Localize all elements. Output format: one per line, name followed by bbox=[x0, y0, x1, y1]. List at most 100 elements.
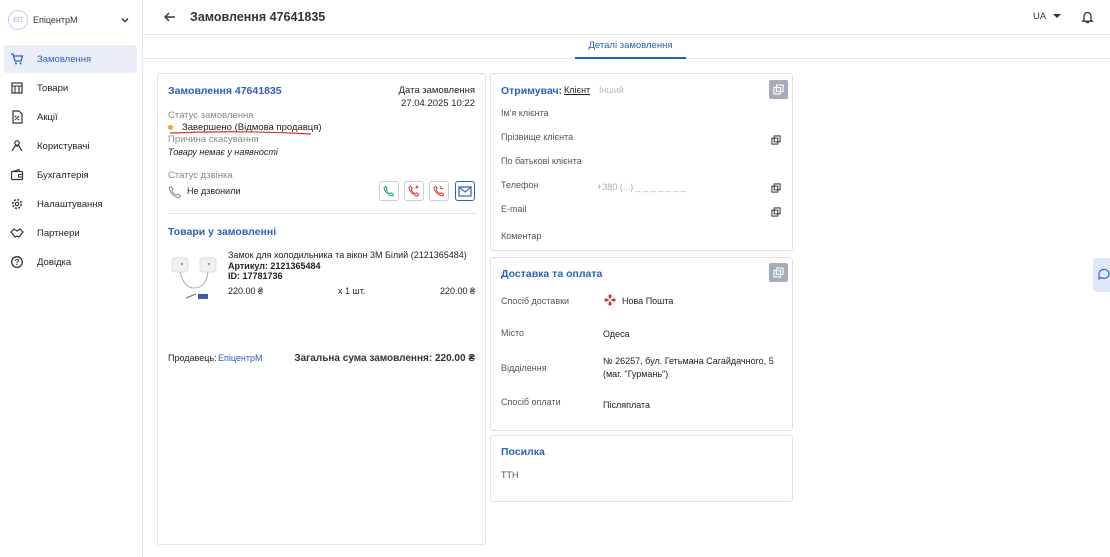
product-thumbnail bbox=[171, 257, 217, 299]
divider bbox=[168, 213, 477, 214]
sidebar-item-orders[interactable]: Замовлення bbox=[4, 45, 137, 73]
copy-icon[interactable] bbox=[771, 183, 781, 193]
tab-bar: Деталі замовлення bbox=[143, 35, 1110, 59]
seller-link[interactable]: ЕпіцентрМ bbox=[218, 353, 263, 363]
mail-icon bbox=[458, 185, 472, 197]
phone-value: +380 (...) _ _ _ _ _ _ _ bbox=[597, 182, 686, 192]
sidebar-item-label: Налаштування bbox=[37, 198, 103, 210]
sidebar-item-accounting[interactable]: Бухгалтерія bbox=[4, 161, 137, 189]
order-date-value: 27.04.2025 10:22 bbox=[401, 98, 475, 109]
cancel-reason-value: Товару немає у наявності bbox=[168, 147, 278, 157]
product-price: 220.00 ₴ bbox=[228, 286, 264, 296]
phone-green-icon bbox=[383, 185, 395, 197]
first-name-label: Ім'я клієнта bbox=[501, 108, 549, 118]
sidebar-item-help[interactable]: ? Довідка bbox=[4, 248, 137, 276]
handshake-icon bbox=[10, 226, 24, 240]
product-qty: x 1 шт. bbox=[338, 286, 366, 296]
payment-method-value: Післяплата bbox=[603, 400, 651, 410]
tab-other[interactable]: Інший bbox=[599, 85, 624, 95]
parcel-title: Посилка bbox=[501, 446, 545, 458]
products-title: Товари у замовленні bbox=[168, 226, 277, 238]
caret-down-icon[interactable] bbox=[1053, 14, 1061, 18]
branch-label: Відділення bbox=[501, 363, 547, 373]
tab-client[interactable]: Клієнт bbox=[564, 85, 590, 95]
call-status-value: Не дзвонили bbox=[187, 186, 241, 196]
sidebar-item-products[interactable]: Товари bbox=[4, 74, 137, 102]
users-icon bbox=[10, 139, 24, 153]
sidebar-item-partners[interactable]: Партнери bbox=[4, 219, 137, 247]
back-arrow-icon[interactable] bbox=[163, 10, 177, 24]
cart-icon bbox=[10, 52, 24, 66]
delivery-card: Доставка та оплата Спосіб доставки Нова … bbox=[490, 257, 793, 431]
call-status-label: Статус дзвінка bbox=[168, 170, 233, 181]
sidebar-item-label: Замовлення bbox=[37, 53, 92, 65]
page-title: Замовлення 47641835 bbox=[190, 10, 326, 24]
order-total-sum: Загальна сума замовлення: 220.00 ₴ bbox=[294, 353, 475, 364]
delivery-method-label: Спосіб доставки bbox=[501, 296, 570, 306]
cancel-reason-label: Причина скасування bbox=[168, 134, 259, 145]
seller-label: Продавець: bbox=[168, 353, 217, 363]
sidebar-item-label: Довідка bbox=[37, 256, 72, 268]
middle-name-label: По батькові клієнта bbox=[501, 156, 582, 166]
comment-label: Коментар bbox=[501, 231, 542, 241]
copy-recipient-button[interactable] bbox=[769, 80, 788, 99]
tab-order-details[interactable]: Деталі замовлення bbox=[575, 35, 686, 59]
parcel-card: Посилка ТТН bbox=[490, 435, 793, 502]
discount-icon bbox=[10, 110, 24, 124]
copy-icon bbox=[773, 267, 784, 278]
sidebar-item-label: Акції bbox=[37, 111, 58, 123]
copy-delivery-button[interactable] bbox=[769, 263, 788, 282]
branch-value-line2: (маг. "Гурмань") bbox=[603, 369, 669, 379]
payment-method-label: Спосіб оплати bbox=[501, 397, 561, 407]
product-id: ID: 17781736 bbox=[228, 271, 283, 281]
sidebar-item-promotions[interactable]: Акції bbox=[4, 103, 137, 131]
copy-icon[interactable] bbox=[771, 207, 781, 217]
chat-icon bbox=[1098, 268, 1110, 280]
sidebar-item-settings[interactable]: Налаштування bbox=[4, 190, 137, 218]
chevron-down-icon bbox=[121, 18, 129, 23]
topbar: Замовлення 47641835 UA bbox=[143, 0, 1110, 35]
language-selector[interactable]: UA bbox=[1033, 11, 1046, 22]
phone-label: Телефон bbox=[501, 180, 539, 190]
sidebar-item-users[interactable]: Користувачі bbox=[4, 132, 137, 160]
call-rejected-button[interactable] bbox=[429, 181, 449, 201]
recipient-card: Отримувач: Клієнт Інший Ім'я клієнта Прі… bbox=[490, 73, 793, 251]
order-title[interactable]: Замовлення 47641835 bbox=[168, 85, 282, 97]
gear-icon bbox=[10, 197, 24, 211]
order-card: Замовлення 47641835 Дата замовлення 27.0… bbox=[157, 73, 486, 545]
phone-icon bbox=[168, 185, 182, 199]
delivery-title: Доставка та оплата bbox=[501, 268, 603, 280]
sidebar-item-label: Бухгалтерія bbox=[37, 169, 89, 181]
phone-rejected-icon bbox=[433, 185, 445, 197]
nova-poshta-logo-icon bbox=[604, 294, 616, 306]
order-status-label: Статус замовлення bbox=[168, 110, 254, 121]
wallet-icon bbox=[10, 168, 24, 182]
email-label: E-mail bbox=[501, 204, 527, 214]
call-missed-button[interactable] bbox=[404, 181, 424, 201]
city-value: Одеса bbox=[603, 329, 630, 339]
sidebar-item-label: Користувачі bbox=[37, 140, 90, 152]
org-switcher[interactable]: ЕП ЕпіцентрМ bbox=[0, 0, 142, 40]
branch-value-line1: № 26257, бул. Гетьмана Сагайдачного, 5 bbox=[603, 356, 774, 366]
org-avatar: ЕП bbox=[8, 10, 28, 30]
order-date-label: Дата замовлення bbox=[398, 85, 475, 96]
phone-missed-icon bbox=[408, 185, 420, 197]
copy-icon[interactable] bbox=[771, 135, 781, 145]
last-name-label: Прізвище клієнта bbox=[501, 132, 574, 142]
bell-icon[interactable] bbox=[1081, 10, 1094, 24]
call-answered-button[interactable] bbox=[379, 181, 399, 201]
svg-text:?: ? bbox=[15, 258, 20, 267]
sidebar: ЕП ЕпіцентрМ Замовлення Товари Акції Кор… bbox=[0, 0, 143, 557]
product-article: Артикул: 2121365484 bbox=[228, 261, 321, 271]
org-name: ЕпіцентрМ bbox=[33, 15, 78, 25]
send-email-button[interactable] bbox=[455, 181, 475, 201]
recipient-title: Отримувач: bbox=[501, 85, 563, 97]
store-icon bbox=[10, 81, 24, 95]
product-name[interactable]: Замок для холодильника та вікон 3M Білий… bbox=[228, 250, 467, 260]
sidebar-item-label: Товари bbox=[37, 82, 69, 94]
help-icon: ? bbox=[10, 255, 24, 269]
copy-icon bbox=[773, 84, 784, 95]
delivery-method-value: Нова Пошта bbox=[622, 296, 674, 306]
chat-tab[interactable] bbox=[1093, 258, 1110, 292]
product-total: 220.00 ₴ bbox=[439, 286, 475, 296]
